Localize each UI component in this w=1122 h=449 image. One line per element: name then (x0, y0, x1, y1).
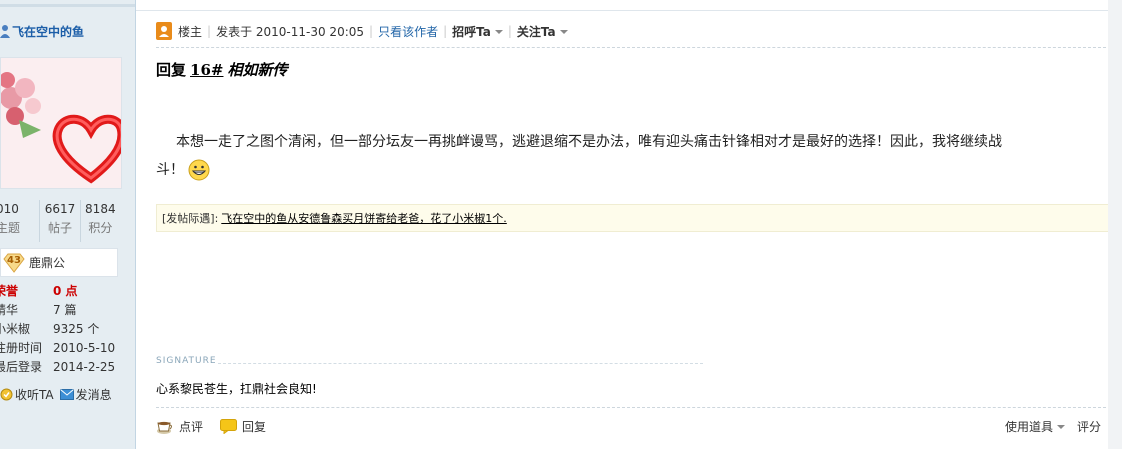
thread-owner-tag: 楼主 (178, 24, 203, 39)
avatar[interactable] (0, 57, 122, 189)
greet-button[interactable]: 招呼Ta (452, 23, 503, 40)
rank-name: 鹿鼎公 (29, 256, 66, 270)
follow-link[interactable]: 收听TA (0, 386, 54, 403)
field-lastlogin-value: 2014-2-25 (53, 360, 116, 374)
post-body-line-2: 斗！ (156, 156, 1106, 184)
author-actions: 收听TA 发消息 (0, 384, 118, 404)
stat-points-count[interactable]: 8184 (81, 200, 120, 219)
notice-link[interactable]: 飞在空中的鱼从安德鲁森买月饼寄给老爸，花了小米椒1个. (221, 210, 507, 226)
author-sidebar: 飞在空中的鱼 010 主题 6617 帖子 8184 积分 (0, 0, 136, 449)
chevron-down-icon (1057, 424, 1066, 429)
tools-dropdown[interactable]: 使用道具 (1005, 418, 1066, 435)
field-regdate-label: 注册时间 (0, 341, 43, 355)
rank-box: 43 鹿鼎公 (0, 248, 118, 277)
author-name[interactable]: 飞在空中的鱼 (12, 23, 84, 40)
coffee-cup-icon (157, 421, 172, 434)
author-stats: 010 主题 6617 帖子 8184 积分 (0, 200, 120, 242)
signature-label: SIGNATURE (156, 356, 217, 366)
post-footer-divider (156, 407, 1106, 408)
person-icon (0, 25, 10, 38)
message-link[interactable]: 发消息 (59, 386, 112, 403)
post-title-target: 相如新传 (227, 61, 288, 79)
post-title-prefix: 回复 (156, 61, 187, 79)
field-regdate: 注册时间 2010-5-10 (0, 339, 135, 358)
field-digest-label: 精华 (0, 303, 19, 317)
thread-owner-icon (156, 22, 172, 40)
post-header-divider (156, 47, 1106, 48)
separator: | (443, 24, 448, 38)
post-main: 楼主 | 发表于 2010-11-30 20:05 | 只看该作者 | 招呼Ta… (136, 0, 1122, 449)
post-body-line: 本想一走了之图个清闲，但一部分坛友一再挑衅谩骂，逃避退缩不是办法，唯有迎头痛击针… (176, 134, 1002, 150)
separator: | (507, 24, 512, 38)
score-label[interactable]: 评分 (1077, 418, 1101, 435)
stat-points[interactable]: 8184 积分 (81, 200, 120, 242)
post-actions-bar: 点评 回复 使用道具 评分 (156, 418, 1106, 438)
reply-label[interactable]: 回复 (242, 418, 266, 435)
message-label[interactable]: 发消息 (76, 386, 112, 403)
rank-level: 43 (7, 254, 21, 266)
tools-label[interactable]: 使用道具 (1005, 418, 1053, 435)
stat-threads[interactable]: 010 主题 (0, 200, 41, 242)
chevron-down-icon (559, 30, 568, 34)
heart-roses-avatar-image (1, 58, 121, 188)
signature-text: 心系黎民苍生，扛鼎社会良知! (156, 382, 317, 396)
stat-threads-label: 主题 (0, 221, 21, 235)
follow-icon (0, 388, 13, 400)
only-author-link[interactable]: 只看该作者 (378, 23, 438, 40)
notice-label: [发帖际遇]: (162, 212, 219, 225)
follow-label[interactable]: 收听TA (15, 386, 54, 403)
greet-label[interactable]: 招呼Ta (452, 25, 491, 39)
follow-author-label[interactable]: 关注Ta (517, 25, 556, 39)
field-pepper-value: 9325 个 (53, 322, 100, 336)
post-title-floor-link[interactable]: 16# (190, 61, 223, 79)
post-body-line: 斗！ (156, 162, 184, 178)
post-time: 发表于 2010-11-30 20:05 (216, 24, 365, 39)
post-info-bar: 楼主 | 发表于 2010-11-30 20:05 | 只看该作者 | 招呼Ta… (156, 20, 568, 42)
author-name-row[interactable]: 飞在空中的鱼 (0, 22, 84, 40)
field-digest-value: 7 篇 (53, 303, 77, 317)
stat-posts[interactable]: 6617 帖子 (40, 200, 81, 242)
field-pepper-label: 小米椒 (0, 322, 31, 336)
field-lastlogin-label: 最后登录 (0, 360, 43, 374)
stat-posts-label: 帖子 (47, 221, 72, 235)
post-notice: [发帖际遇]: 飞在空中的鱼从安德鲁森买月饼寄给老爸，花了小米椒1个. (156, 204, 1109, 232)
reply-button[interactable]: 回复 (220, 418, 266, 435)
score-button[interactable]: 评分 (1077, 418, 1101, 435)
grin-smiley-icon (188, 159, 210, 181)
field-honor: 荣誉 0 点 (0, 282, 135, 301)
mail-icon (59, 388, 74, 400)
stat-points-label: 积分 (88, 221, 113, 235)
field-regdate-value: 2010-5-10 (53, 341, 116, 355)
follow-author-button[interactable]: 关注Ta (517, 23, 568, 40)
rank-badge-icon: 43 (3, 253, 25, 273)
speech-bubble-icon (220, 419, 237, 434)
post-top-border (136, 10, 1108, 11)
field-honor-value: 0 点 (53, 284, 78, 298)
signature-divider (218, 363, 703, 364)
separator: | (207, 24, 212, 38)
sidebar-top-divider (0, 4, 135, 7)
post-body: 本想一走了之图个清闲，但一部分坛友一再挑衅谩骂，逃避退缩不是办法，唯有迎头痛击针… (156, 128, 1106, 184)
field-digest: 精华 7 篇 (0, 301, 135, 320)
stat-posts-count[interactable]: 6617 (40, 200, 79, 219)
separator: | (369, 24, 374, 38)
stat-threads-count[interactable]: 010 (0, 200, 39, 219)
post-title: 回复 16# 相如新传 (156, 59, 287, 80)
field-honor-label: 荣誉 (0, 284, 19, 298)
chevron-down-icon (494, 30, 503, 34)
rate-label[interactable]: 点评 (179, 418, 203, 435)
right-edge-bar (1108, 0, 1122, 449)
field-lastlogin: 最后登录 2014-2-25 (0, 358, 135, 377)
rate-button[interactable]: 点评 (156, 418, 203, 435)
field-pepper: 小米椒 9325 个 (0, 320, 135, 339)
